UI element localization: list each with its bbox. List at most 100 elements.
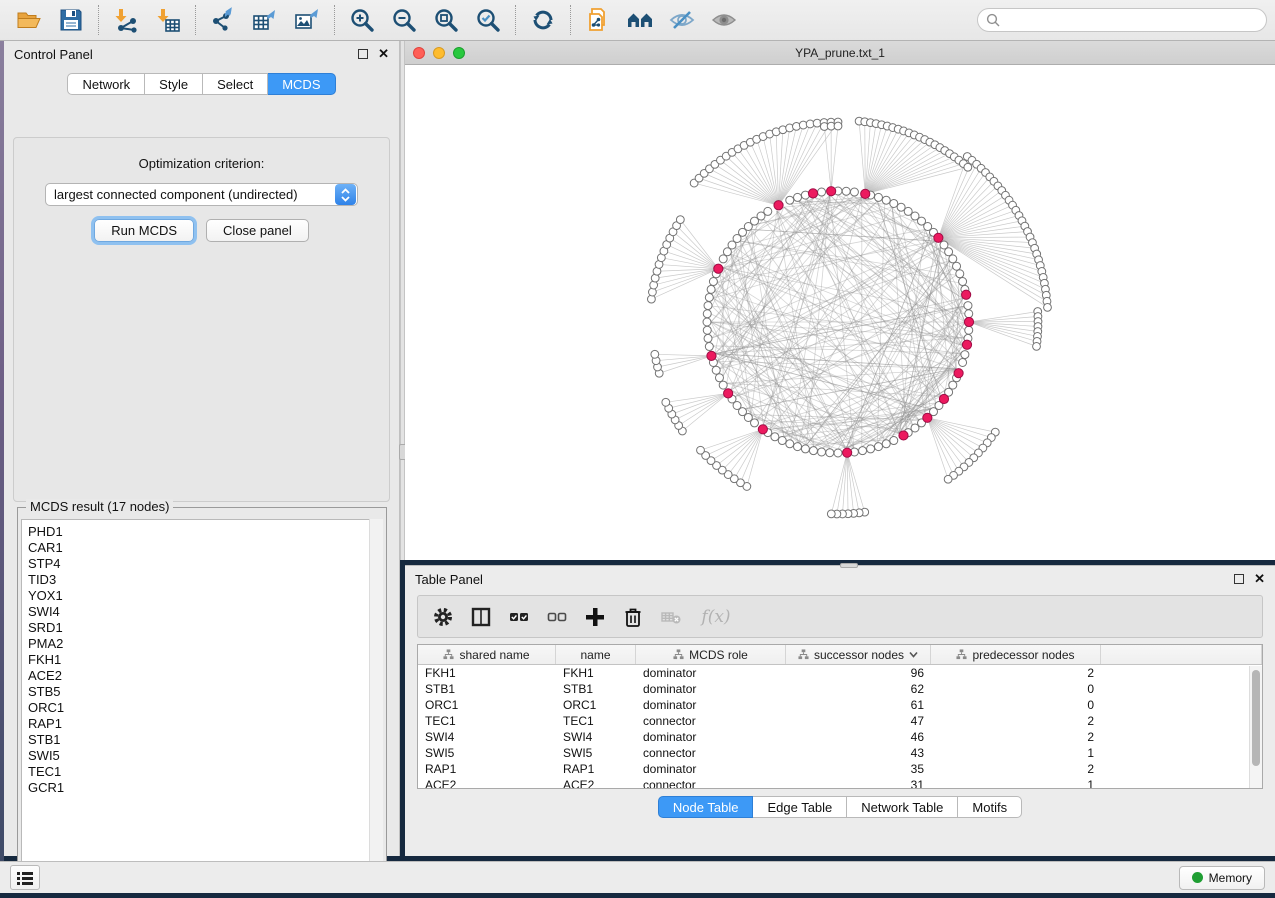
table-cell: 0 [931, 697, 1101, 713]
mcds-result-item[interactable]: SWI5 [28, 748, 382, 764]
table-row[interactable]: SWI4SWI4dominator462 [418, 729, 1262, 745]
mcds-result-item[interactable]: SWI4 [28, 604, 382, 620]
close-mcds-panel-button[interactable]: Close panel [206, 219, 309, 242]
column-header-successor-nodes[interactable]: successor nodes [786, 645, 931, 664]
column-header-name[interactable]: name [556, 645, 636, 664]
clear-selection-button[interactable] [542, 601, 572, 633]
mcds-result-item[interactable]: ORC1 [28, 700, 382, 716]
float-table-panel-icon[interactable] [1234, 574, 1244, 584]
mcds-result-item[interactable]: FKH1 [28, 652, 382, 668]
table-row[interactable]: RAP1RAP1dominator352 [418, 761, 1262, 777]
column-header-MCDS-role[interactable]: MCDS role [636, 645, 786, 664]
tab-mcds[interactable]: MCDS [268, 73, 335, 95]
table-row[interactable]: FKH1FKH1dominator962 [418, 665, 1262, 681]
table-cell: ORC1 [418, 697, 556, 713]
chord-edges [711, 195, 965, 449]
mcds-result-item[interactable]: YOX1 [28, 588, 382, 604]
mcds-result-item[interactable]: TID3 [28, 572, 382, 588]
tab-style[interactable]: Style [145, 73, 203, 95]
mcds-result-item[interactable]: RAP1 [28, 716, 382, 732]
column-header-shared-name[interactable]: shared name [418, 645, 556, 664]
select-all-rows-button[interactable] [504, 601, 534, 633]
mcds-result-item[interactable]: SRD1 [28, 620, 382, 636]
table-cell: SWI5 [418, 745, 556, 761]
table-tab-motifs[interactable]: Motifs [958, 796, 1022, 818]
task-history-button[interactable] [10, 865, 40, 890]
table-cell: 2 [931, 665, 1101, 681]
table-tab-edge-table[interactable]: Edge Table [753, 796, 847, 818]
open-file-button[interactable] [8, 3, 50, 37]
table-scrollbar-thumb[interactable] [1252, 670, 1260, 766]
zoom-out-button[interactable] [383, 3, 425, 37]
first-neighbors-button[interactable] [619, 3, 661, 37]
zoom-fit-button[interactable] [425, 3, 467, 37]
create-column-button[interactable] [580, 601, 610, 633]
mcds-result-item[interactable]: ACE2 [28, 668, 382, 684]
table-cell: dominator [636, 761, 786, 777]
show-columns-button[interactable] [466, 601, 496, 633]
table-row[interactable]: SWI5SWI5connector431 [418, 745, 1262, 761]
table-cell: 61 [786, 697, 931, 713]
delete-table-button[interactable] [656, 601, 686, 633]
zoom-in-button[interactable] [341, 3, 383, 37]
apply-function-button[interactable]: f(x) [694, 601, 738, 633]
optimization-criterion-label: Optimization criterion: [14, 156, 389, 171]
table-row[interactable]: ACE2ACE2connector311 [418, 777, 1262, 789]
table-row[interactable]: ORC1ORC1dominator610 [418, 697, 1262, 713]
mcds-result-item[interactable]: TEC1 [28, 764, 382, 780]
apply-layout-button[interactable] [522, 3, 564, 37]
table-cell: 43 [786, 745, 931, 761]
table-row[interactable]: STB1STB1dominator620 [418, 681, 1262, 697]
table-tab-network-table[interactable]: Network Table [847, 796, 958, 818]
table-options-button[interactable] [428, 601, 458, 633]
tab-network[interactable]: Network [67, 73, 145, 95]
checked-boxes-icon [508, 606, 530, 628]
export-network-button[interactable] [202, 3, 244, 37]
search-input[interactable] [1006, 13, 1258, 27]
table-cell: FKH1 [556, 665, 636, 681]
mcds-result-item[interactable]: GCR1 [28, 780, 382, 796]
mcds-result-item[interactable]: CAR1 [28, 540, 382, 556]
mcds-tab-content: Optimization criterion: largest connecte… [13, 137, 390, 502]
criterion-dropdown[interactable]: largest connected component (undirected) [45, 183, 358, 206]
table-scrollbar[interactable] [1249, 666, 1262, 788]
tab-select[interactable]: Select [203, 73, 268, 95]
mcds-result-item[interactable]: STP4 [28, 556, 382, 572]
mcds-list-scrollbar[interactable] [369, 519, 383, 876]
mcds-result-item[interactable]: PMA2 [28, 636, 382, 652]
export-table-button[interactable] [244, 3, 286, 37]
table-row[interactable]: TEC1TEC1connector472 [418, 713, 1262, 729]
table-tab-node-table[interactable]: Node Table [658, 796, 754, 818]
table-cell: 47 [786, 713, 931, 729]
zoom-selected-button[interactable] [467, 3, 509, 37]
control-panel-tabs: NetworkStyleSelectMCDS [67, 73, 335, 95]
table-cell: 46 [786, 729, 931, 745]
network-canvas[interactable] [405, 65, 1275, 560]
run-mcds-button[interactable]: Run MCDS [94, 219, 194, 242]
refresh-arrows-icon [530, 7, 556, 33]
eye-icon [711, 7, 737, 33]
hide-selected-button[interactable] [661, 3, 703, 37]
mcds-result-item[interactable]: STB5 [28, 684, 382, 700]
save-session-button[interactable] [50, 3, 92, 37]
horizontal-splitter-grip[interactable] [840, 563, 858, 568]
clone-network-button[interactable] [577, 3, 619, 37]
export-image-button[interactable] [286, 3, 328, 37]
import-table-button[interactable] [147, 3, 189, 37]
column-header-predecessor-nodes[interactable]: predecessor nodes [931, 645, 1101, 664]
mcds-result-list[interactable]: PHD1CAR1STP4TID3YOX1SWI4SRD1PMA2FKH1ACE2… [21, 519, 383, 876]
close-panel-icon[interactable]: ✕ [378, 49, 389, 59]
plus-icon [584, 606, 606, 628]
float-panel-icon[interactable] [358, 49, 368, 59]
close-table-panel-icon[interactable]: ✕ [1254, 574, 1265, 584]
memory-button[interactable]: Memory [1179, 866, 1265, 890]
show-all-button[interactable] [703, 3, 745, 37]
import-network-button[interactable] [105, 3, 147, 37]
empty-boxes-icon [546, 606, 568, 628]
network-graph[interactable] [405, 65, 1275, 560]
network-title-bar: YPA_prune.txt_1 [405, 41, 1275, 65]
mcds-result-item[interactable]: STB1 [28, 732, 382, 748]
delete-columns-button[interactable] [618, 601, 648, 633]
control-panel-title: Control Panel [14, 47, 93, 62]
mcds-result-item[interactable]: PHD1 [28, 524, 382, 540]
